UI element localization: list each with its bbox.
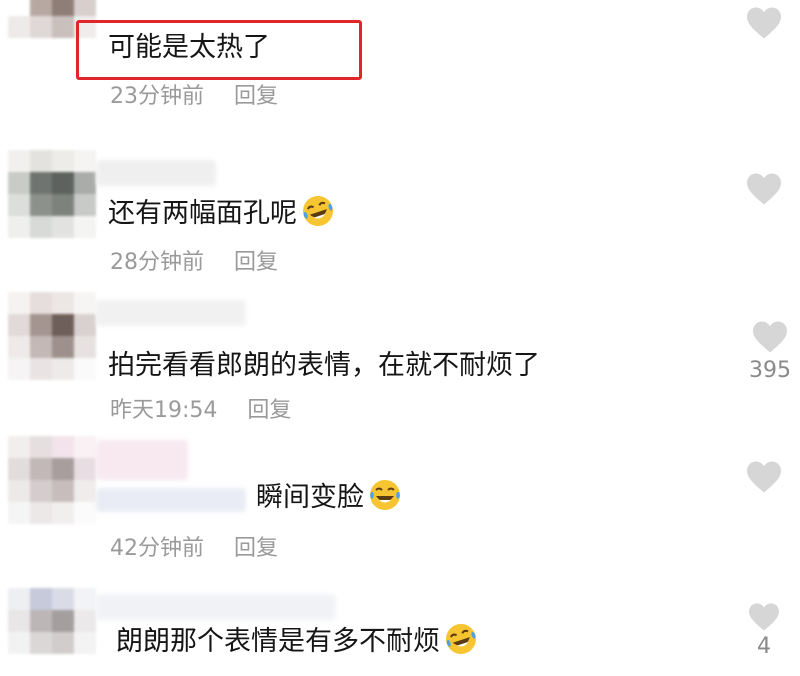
comment-text: 瞬间变脸 xyxy=(256,478,402,518)
like-button[interactable] xyxy=(734,172,794,206)
comment-text: 朗朗那个表情是有多不耐烦 xyxy=(116,622,478,662)
comment-text-content: 瞬间变脸 xyxy=(256,482,364,513)
comment-meta: 28分钟前 回复 xyxy=(110,248,278,278)
comment-text-content: 还有两幅面孔呢 xyxy=(108,198,297,229)
username-blurred[interactable] xyxy=(96,160,216,186)
laugh-cry-emoji xyxy=(301,194,335,228)
like-count: 395 xyxy=(749,358,791,383)
heart-icon xyxy=(734,602,794,632)
reply-button[interactable]: 回复 xyxy=(234,536,278,561)
avatar[interactable] xyxy=(8,436,96,524)
comment-text: 拍完看看郎朗的表情，在就不耐烦了 xyxy=(108,350,540,381)
username-blurred[interactable] xyxy=(96,594,336,620)
comment-time: 28分钟前 xyxy=(110,250,204,275)
like-button[interactable]: 4 xyxy=(734,602,794,660)
laugh-cry-emoji xyxy=(444,622,478,656)
comment-meta: 42分钟前 回复 xyxy=(110,534,278,564)
reply-button[interactable]: 回复 xyxy=(234,250,278,275)
reply-button[interactable]: 回复 xyxy=(234,84,278,109)
like-count: 4 xyxy=(757,634,771,659)
comment-text-content: 朗朗那个表情是有多不耐烦 xyxy=(116,626,440,657)
comment-text: 还有两幅面孔呢 xyxy=(108,194,335,234)
reply-button[interactable]: 回复 xyxy=(247,398,291,423)
comment-time: 昨天19:54 xyxy=(110,398,218,423)
heart-icon xyxy=(734,172,794,206)
username-blurred[interactable] xyxy=(96,440,188,480)
like-button[interactable]: 395 xyxy=(740,320,800,384)
avatar[interactable] xyxy=(8,588,96,676)
laugh-cry-emoji xyxy=(368,478,402,512)
comment-time: 23分钟前 xyxy=(110,84,204,109)
like-button[interactable] xyxy=(734,460,794,494)
username-blurred[interactable] xyxy=(96,300,246,326)
comment-meta: 23分钟前 回复 xyxy=(110,82,278,112)
comment-meta: 昨天19:54 回复 xyxy=(110,396,291,426)
username-blurred[interactable] xyxy=(96,488,246,512)
avatar[interactable] xyxy=(8,292,96,380)
heart-icon xyxy=(734,6,794,40)
comment-time: 42分钟前 xyxy=(110,536,204,561)
heart-icon xyxy=(734,460,794,494)
avatar[interactable] xyxy=(8,150,96,238)
heart-icon xyxy=(740,320,800,354)
comment-text: 可能是太热了 xyxy=(108,32,270,63)
like-button[interactable] xyxy=(734,6,794,40)
